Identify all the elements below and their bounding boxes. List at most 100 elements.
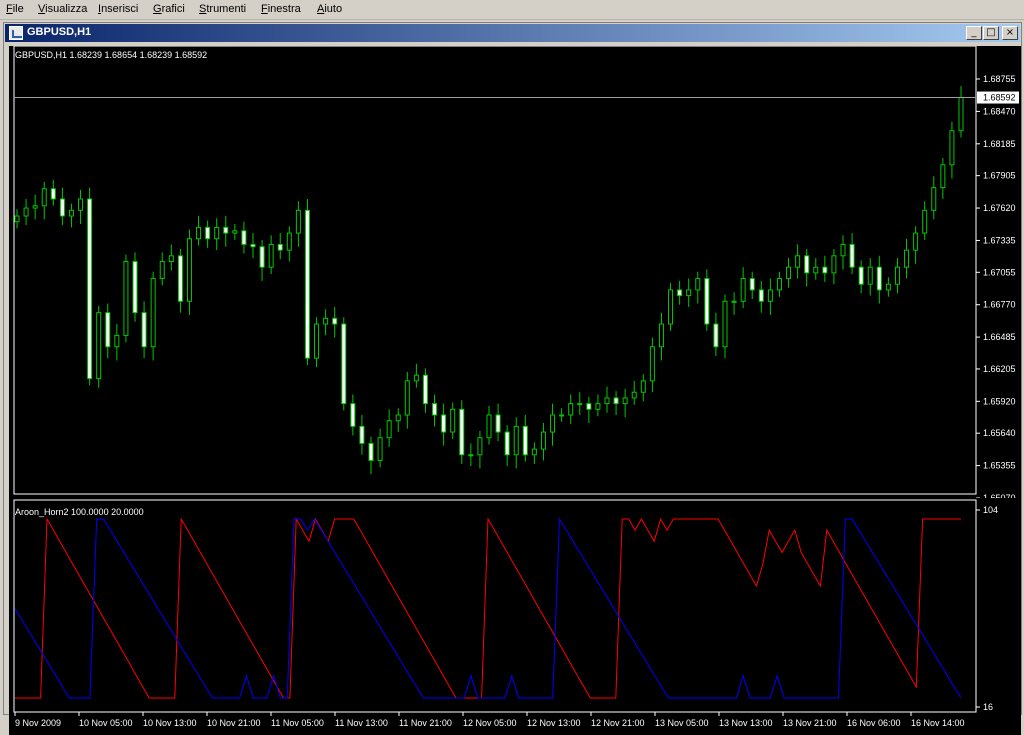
- candle-body: [677, 289, 683, 297]
- window-titlebar[interactable]: GBPUSD,H1 _ □ ×: [5, 24, 1020, 42]
- candle-body: [867, 266, 873, 285]
- time-tick-label: 12 Nov 05:00: [463, 718, 517, 728]
- time-tick-label: 10 Nov 13:00: [143, 718, 197, 728]
- candle: [894, 258, 900, 294]
- current-price-label: 1.68592: [983, 93, 1016, 103]
- candle: [677, 280, 683, 305]
- candle: [831, 248, 837, 285]
- candle: [668, 283, 674, 331]
- candle-body: [894, 266, 900, 285]
- candle: [876, 255, 882, 304]
- candle: [159, 252, 165, 286]
- candle-body: [259, 246, 265, 268]
- indicator-tick-label: 16: [983, 702, 993, 712]
- candle-body: [713, 323, 719, 348]
- candle-body: [68, 209, 74, 217]
- candle: [50, 179, 56, 206]
- candle-body: [450, 408, 456, 433]
- chart-info: GBPUSD,H1 1.68239 1.68654 1.68239 1.6859…: [15, 50, 208, 60]
- candle: [78, 189, 84, 224]
- chart-area[interactable]: 1.68755 1.68470 1.68185 1.67905 1.67620 1.673…: [9, 46, 1021, 735]
- candle: [695, 271, 701, 304]
- chart-window: GBPUSD,H1 _ □ × 1.68755 1.68470 1.68185 1.6…: [3, 22, 1022, 735]
- candle: [41, 181, 47, 220]
- candle: [658, 312, 664, 361]
- candle: [314, 317, 320, 368]
- time-tick-label: 12 Nov 21:00: [591, 718, 645, 728]
- menu-strumenti[interactable]: Strumenti: [199, 3, 246, 15]
- candle-body: [232, 230, 238, 234]
- candle: [214, 218, 220, 251]
- candle: [704, 269, 710, 331]
- price-tick-label: 1.67620: [983, 203, 1016, 213]
- candle-body: [159, 260, 165, 280]
- candle: [786, 258, 792, 288]
- candle-body: [631, 391, 637, 399]
- candle: [885, 277, 891, 297]
- candle: [595, 394, 601, 417]
- restore-button[interactable]: □: [983, 26, 999, 40]
- menu-aiuto[interactable]: Aiuto: [317, 3, 342, 15]
- candle-body: [132, 260, 138, 314]
- candle-body: [749, 278, 755, 291]
- close-button[interactable]: ×: [1002, 26, 1018, 40]
- candle-body: [704, 278, 710, 325]
- candle-body: [123, 260, 129, 336]
- candle-body: [395, 414, 401, 422]
- candle: [531, 442, 537, 464]
- candle: [295, 201, 301, 247]
- candle: [232, 223, 238, 240]
- candle-body: [931, 187, 937, 211]
- candle-body: [922, 209, 928, 234]
- candle-body: [114, 334, 120, 348]
- candle-body: [277, 243, 283, 251]
- candle: [849, 233, 855, 275]
- candle-body: [41, 188, 47, 207]
- menu-visualizza[interactable]: Visualizza: [38, 3, 87, 15]
- candle-body: [486, 414, 492, 439]
- candle: [223, 216, 229, 247]
- aroon-indicator-chart[interactable]: 104 16 9 Nov 2009 10 Nov 05:00 10 Nov 13:00 1…: [9, 498, 1021, 735]
- price-tick-label: 1.65355: [983, 461, 1016, 471]
- candle-body: [668, 289, 674, 325]
- menu-inserisci[interactable]: Inserisci: [98, 3, 138, 15]
- candle-body: [386, 420, 392, 439]
- aroon-up-line: [15, 517, 961, 699]
- indicator-label: Aroon_Horn2 100.0000 20.0000: [15, 507, 144, 517]
- candle: [749, 271, 755, 300]
- candle-body: [840, 243, 846, 257]
- candle: [486, 405, 492, 445]
- time-tick-label: 16 Nov 06:00: [847, 718, 901, 728]
- candle: [804, 248, 810, 287]
- price-tick-label: 1.66770: [983, 300, 1016, 310]
- time-tick-label: 13 Nov 21:00: [783, 718, 837, 728]
- candle: [123, 254, 129, 343]
- candle: [413, 363, 419, 388]
- candle-body: [350, 403, 356, 427]
- candle: [722, 294, 728, 359]
- price-tick-label: 1.68185: [983, 139, 1016, 149]
- time-tick-label: 10 Nov 21:00: [207, 718, 261, 728]
- candle-body: [540, 431, 546, 450]
- candle: [949, 121, 955, 179]
- candle: [277, 233, 283, 260]
- candle: [23, 198, 29, 226]
- price-tick-label: 1.65920: [983, 396, 1016, 406]
- candle-body: [223, 226, 229, 234]
- candle: [441, 403, 447, 446]
- price-chart[interactable]: 1.68755 1.68470 1.68185 1.67905 1.67620 1.673…: [9, 46, 1021, 498]
- candle-body: [767, 289, 773, 302]
- menu-finestra[interactable]: Finestra: [261, 3, 301, 15]
- menu-file[interactable]: File: [6, 3, 24, 15]
- candle-body: [758, 289, 764, 302]
- candle: [259, 239, 265, 281]
- candle: [931, 176, 937, 220]
- candle: [177, 248, 183, 313]
- candle-body: [432, 403, 438, 416]
- candle: [649, 337, 655, 393]
- candle: [958, 86, 964, 138]
- candle-body: [513, 425, 519, 456]
- candle-body: [105, 312, 111, 348]
- minimize-button[interactable]: _: [966, 26, 982, 40]
- menu-grafici[interactable]: Grafici: [153, 3, 185, 15]
